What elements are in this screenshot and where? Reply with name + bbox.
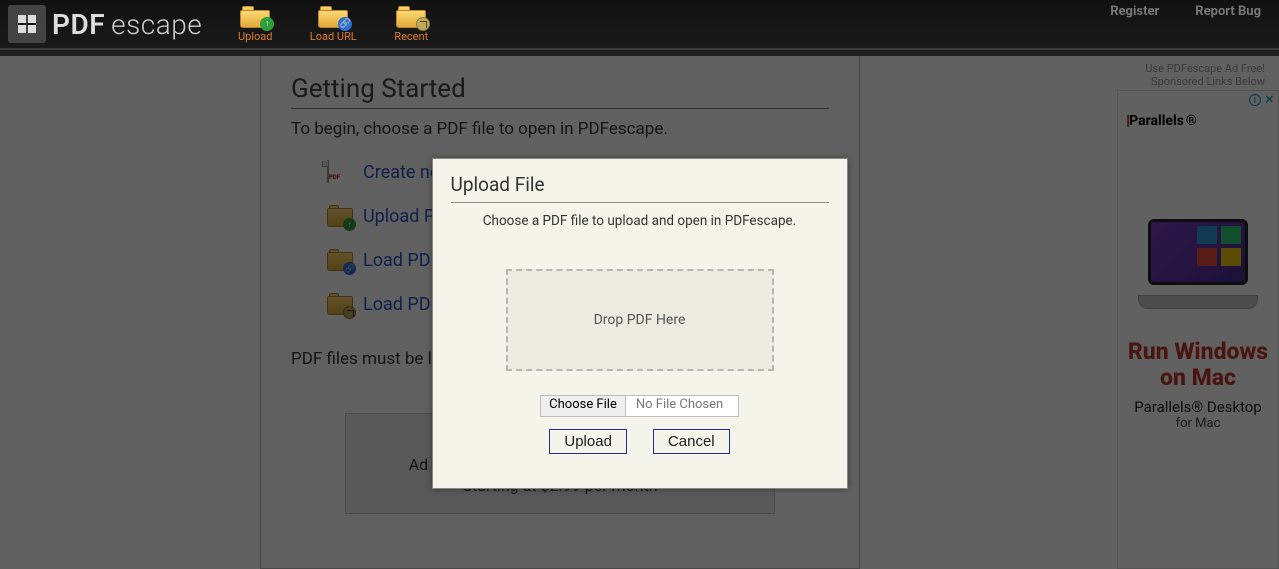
topbar-right-links: Register Report Bug xyxy=(1110,4,1261,19)
logo-text-escape: escape xyxy=(111,8,202,41)
upload-button[interactable]: Upload xyxy=(549,429,627,454)
logo-mark-icon xyxy=(8,5,46,43)
topbar: PDFescape ↑ Upload 🔗 Load URL Recent Re xyxy=(0,0,1279,50)
topbar-loadurl-label: Load URL xyxy=(310,30,357,43)
dropzone-label: Drop PDF Here xyxy=(594,312,686,328)
modal-overlay: Upload File Choose a PDF file to upload … xyxy=(0,56,1279,569)
modal-title: Upload File xyxy=(451,173,829,203)
topbar-file-buttons: ↑ Upload 🔗 Load URL Recent xyxy=(230,6,436,43)
report-bug-link[interactable]: Report Bug xyxy=(1195,4,1261,19)
upload-file-modal: Upload File Choose a PDF file to upload … xyxy=(432,158,848,489)
folder-upload-icon: ↑ xyxy=(240,6,270,28)
register-link[interactable]: Register xyxy=(1110,4,1159,19)
choose-file-button[interactable]: Choose File xyxy=(541,396,626,416)
main: Getting Started To begin, choose a PDF f… xyxy=(0,56,1279,569)
file-status-text: No File Chosen xyxy=(626,396,738,416)
folder-url-icon: 🔗 xyxy=(318,6,348,28)
cancel-button[interactable]: Cancel xyxy=(653,429,730,454)
pdf-dropzone[interactable]: Drop PDF Here xyxy=(506,269,774,371)
topbar-upload-label: Upload xyxy=(238,30,272,43)
topbar-loadurl-button[interactable]: 🔗 Load URL xyxy=(308,6,358,43)
file-picker-row: Choose File No File Chosen xyxy=(451,395,829,417)
logo-text-pdf: PDF xyxy=(52,8,105,41)
folder-recent-icon xyxy=(396,6,426,28)
logo[interactable]: PDFescape xyxy=(8,5,202,43)
modal-subtitle: Choose a PDF file to upload and open in … xyxy=(451,213,829,229)
file-picker: Choose File No File Chosen xyxy=(540,395,739,417)
topbar-recent-label: Recent xyxy=(394,30,428,43)
modal-buttons: Upload Cancel xyxy=(451,429,829,454)
topbar-upload-button[interactable]: ↑ Upload xyxy=(230,6,280,43)
topbar-recent-button[interactable]: Recent xyxy=(386,6,436,43)
